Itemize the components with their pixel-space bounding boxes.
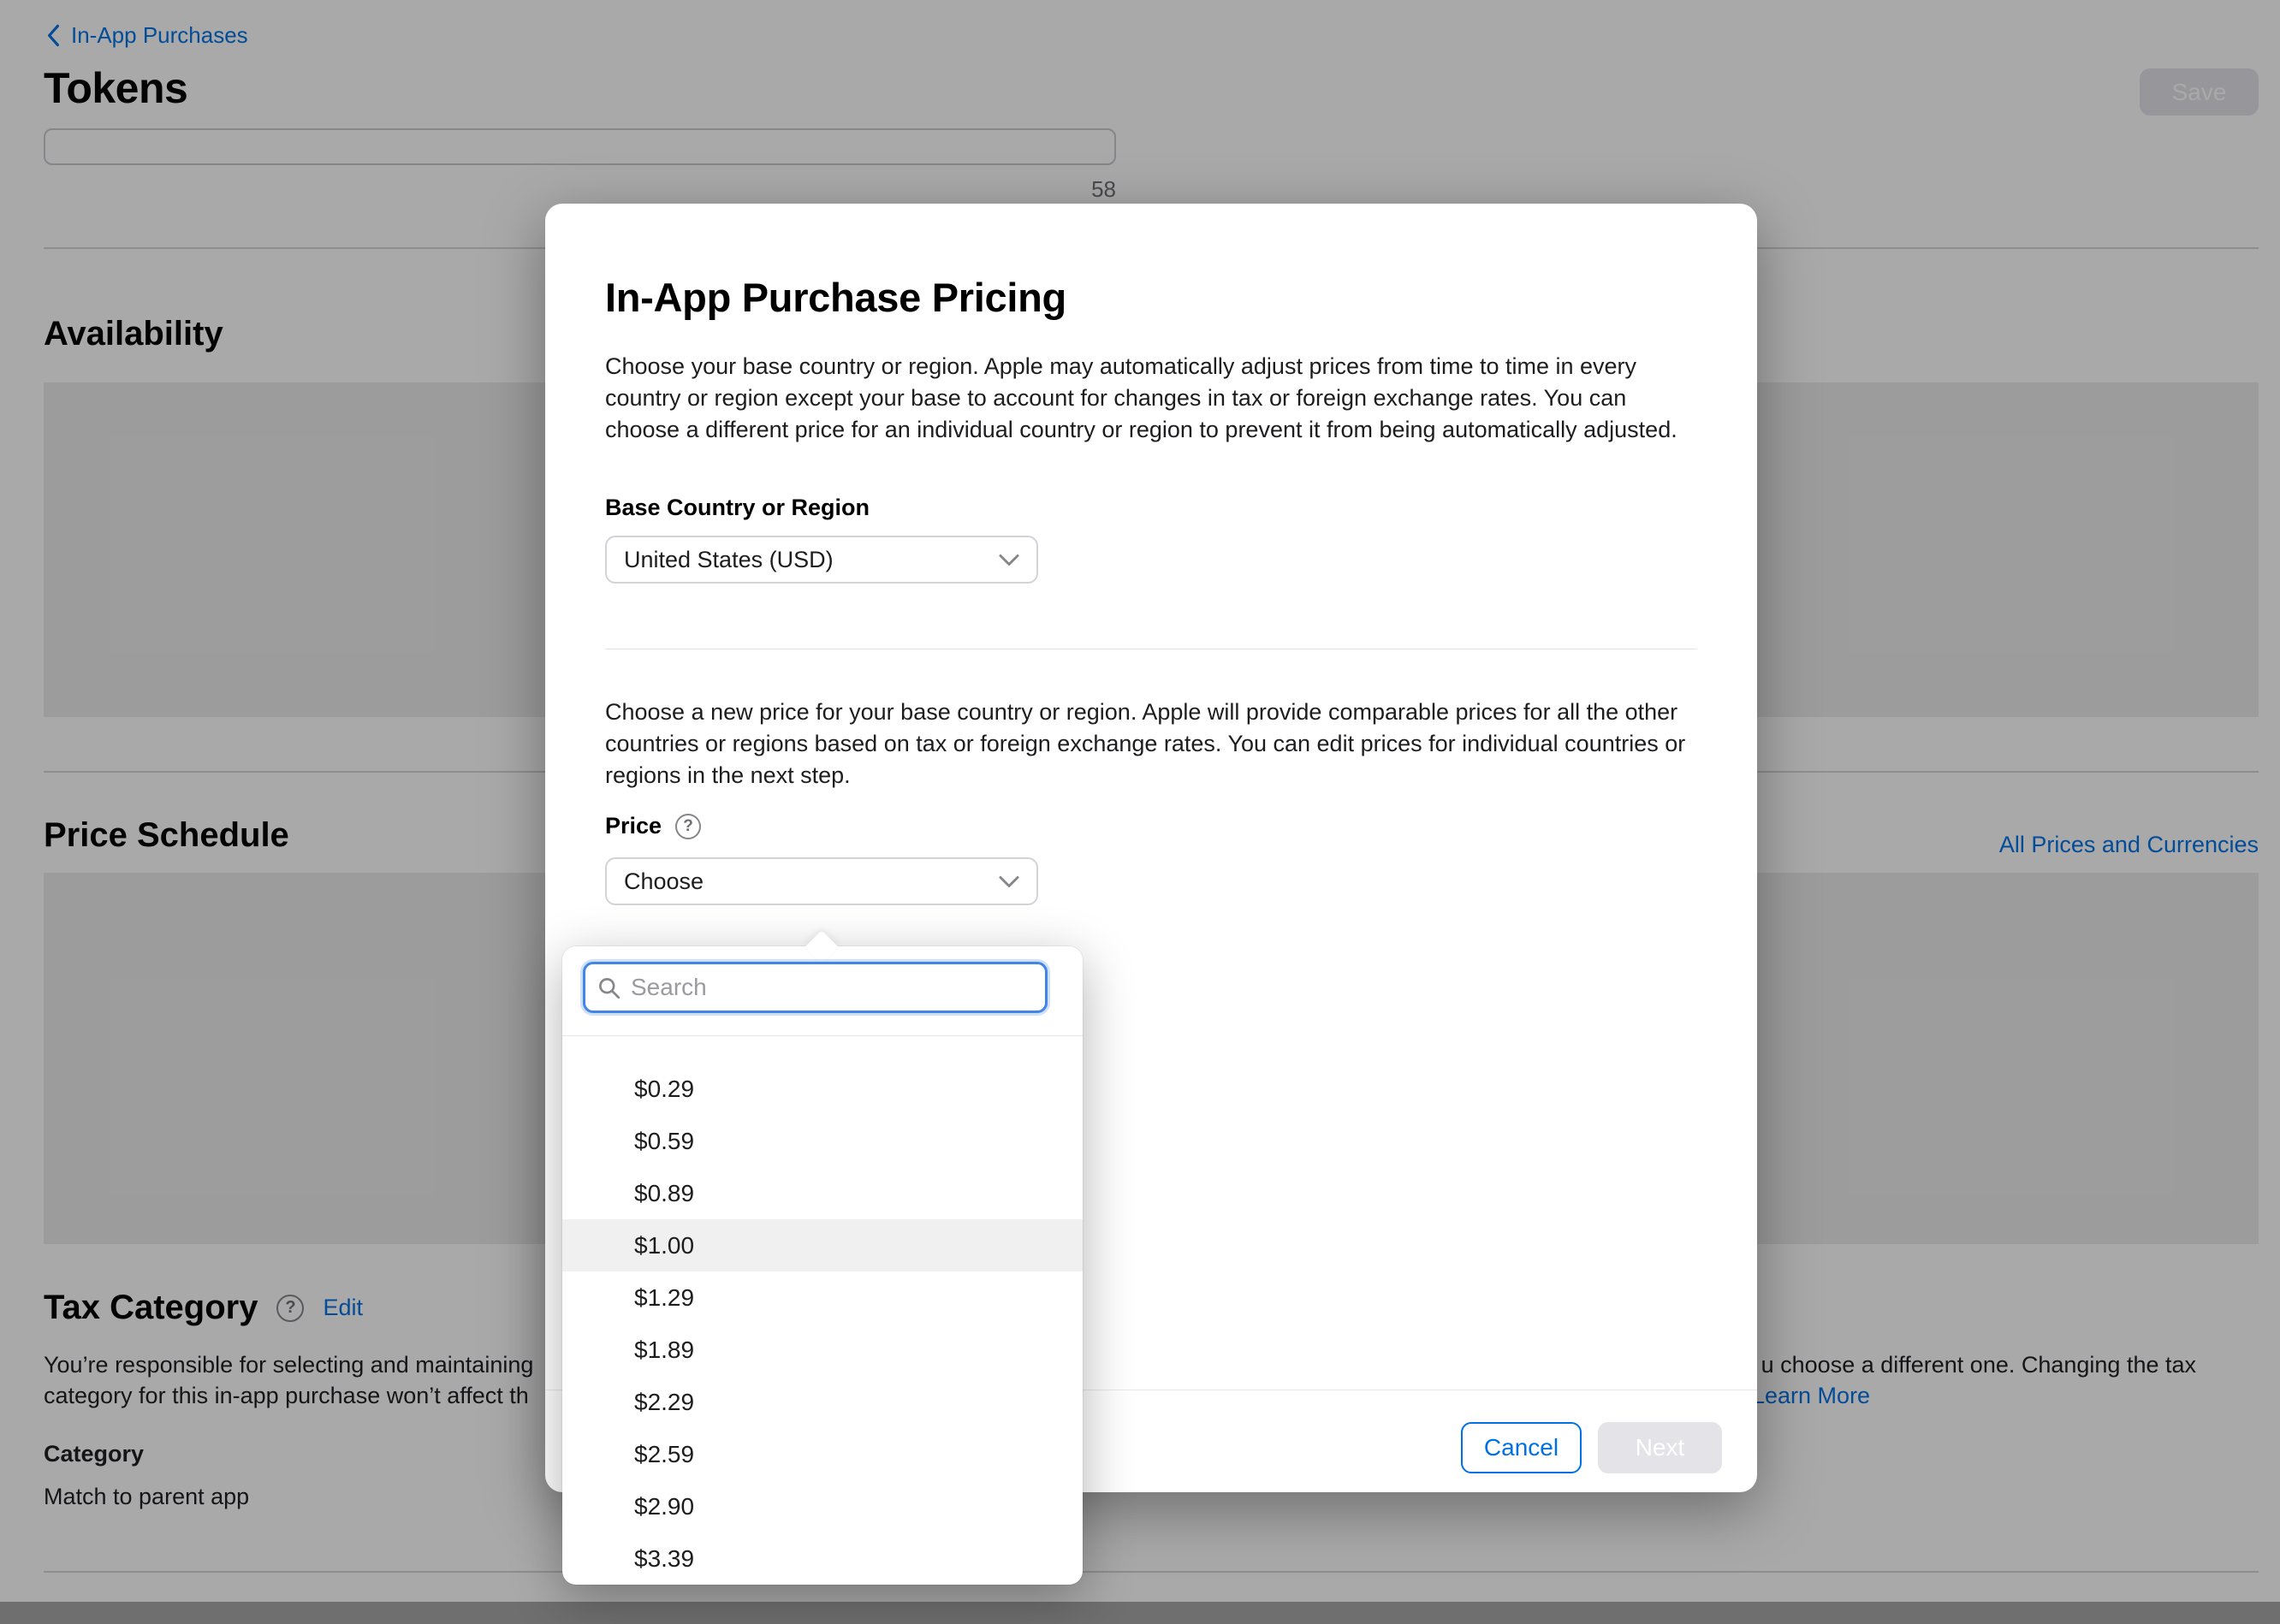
base-country-value: United States (USD): [624, 547, 834, 573]
popover-divider: [562, 1035, 1083, 1036]
search-icon: [597, 976, 620, 999]
price-search-field[interactable]: [583, 962, 1048, 1013]
price-option[interactable]: $0.29: [562, 1063, 1083, 1115]
price-select-value: Choose: [624, 868, 704, 895]
price-label-row: Price ?: [605, 813, 701, 839]
help-icon[interactable]: ?: [675, 814, 701, 839]
screen: In-App Purchases Tokens Save 58 Availabi…: [0, 0, 2280, 1624]
price-dropdown-popover: $0.29$0.59$0.89$1.00$1.29$1.89$2.29$2.59…: [562, 946, 1083, 1585]
price-option[interactable]: $1.29: [562, 1271, 1083, 1324]
price-select[interactable]: Choose: [605, 857, 1038, 905]
price-label: Price: [605, 813, 662, 839]
price-option[interactable]: $3.39: [562, 1532, 1083, 1585]
search-input[interactable]: [631, 964, 1033, 1011]
price-option[interactable]: $2.29: [562, 1376, 1083, 1428]
price-option[interactable]: $2.90: [562, 1480, 1083, 1532]
price-option[interactable]: $2.59: [562, 1428, 1083, 1480]
price-option[interactable]: $1.00: [562, 1219, 1083, 1271]
modal-intro-text: Choose your base country or region. Appl…: [605, 351, 1706, 446]
cancel-button[interactable]: Cancel: [1461, 1422, 1582, 1473]
price-option[interactable]: $0.59: [562, 1115, 1083, 1167]
next-button[interactable]: Next: [1598, 1422, 1722, 1473]
base-country-select[interactable]: United States (USD): [605, 536, 1038, 584]
modal-title: In-App Purchase Pricing: [605, 274, 1066, 321]
base-country-label: Base Country or Region: [605, 495, 870, 521]
price-option-list: $0.29$0.59$0.89$1.00$1.29$1.89$2.29$2.59…: [562, 1063, 1083, 1585]
price-option[interactable]: $1.89: [562, 1324, 1083, 1376]
chevron-down-icon: [999, 554, 1019, 566]
price-option[interactable]: $0.89: [562, 1167, 1083, 1219]
price-intro-text: Choose a new price for your base country…: [605, 696, 1706, 791]
chevron-down-icon: [999, 875, 1019, 888]
